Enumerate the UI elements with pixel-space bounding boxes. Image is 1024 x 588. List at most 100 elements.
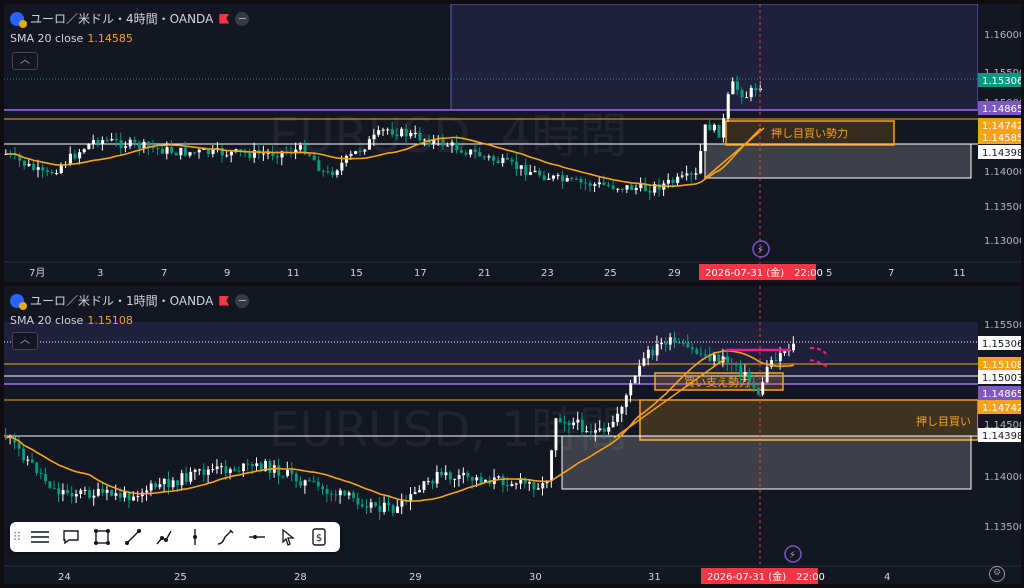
vertical-line-icon[interactable] xyxy=(179,522,210,552)
indicator-legend[interactable]: SMA 20 close 1.15108 xyxy=(10,314,133,327)
candle-body xyxy=(542,175,546,180)
candle-body xyxy=(365,506,369,508)
brush-icon[interactable] xyxy=(210,522,241,552)
symbol-title[interactable]: ユーロ／米ドル・4時間・OANDA xyxy=(30,10,213,27)
candle-body xyxy=(558,418,562,423)
candle-body xyxy=(325,488,329,494)
candle-body xyxy=(482,156,486,158)
cursor-icon[interactable] xyxy=(272,522,303,552)
candle-body xyxy=(648,190,652,193)
candle-body xyxy=(189,471,193,482)
path-icon[interactable] xyxy=(148,522,179,552)
candle-body xyxy=(22,160,26,166)
candle-body xyxy=(533,170,537,173)
candle-body xyxy=(381,129,385,131)
candle-body xyxy=(321,486,325,489)
candle-body xyxy=(128,139,132,147)
candle-body xyxy=(316,481,320,487)
time-axis-label: 25 xyxy=(604,268,617,279)
candle-body xyxy=(572,422,575,426)
chart-canvas-4h[interactable]: EURUSD, 4時間押し目買い勢力⚡1.160001.155001.15000… xyxy=(4,4,1021,282)
chevron-up-icon: ︿ xyxy=(20,335,30,346)
candle-body xyxy=(220,466,223,468)
candle-body xyxy=(197,149,201,153)
candle-body xyxy=(761,382,765,395)
candle-body xyxy=(363,149,367,152)
candle-body xyxy=(347,492,351,496)
chart-pane-4h[interactable]: EURUSD, 4時間押し目買い勢力⚡1.160001.155001.15000… xyxy=(4,4,1021,282)
candle-body xyxy=(170,147,174,153)
candle-body xyxy=(611,421,615,428)
candle-body xyxy=(78,152,82,159)
candle-body xyxy=(330,493,333,495)
candle-body xyxy=(17,442,21,449)
candle-body xyxy=(413,492,417,495)
candle-body xyxy=(629,383,633,396)
price-label-icon[interactable]: $ xyxy=(303,522,334,552)
candle-body xyxy=(124,146,128,148)
candle-body xyxy=(642,358,646,366)
candle-body xyxy=(501,476,505,485)
candle-body xyxy=(400,500,404,507)
trendline-icon[interactable] xyxy=(117,522,148,552)
time-axis-label: 25 xyxy=(174,572,187,583)
legend-toggle-button[interactable]: ︿ xyxy=(12,52,38,70)
candle-body xyxy=(739,365,743,376)
candle-body xyxy=(602,182,606,185)
candle-body xyxy=(275,156,279,158)
symbol-title[interactable]: ユーロ／米ドル・1時間・OANDA xyxy=(30,292,213,309)
horizontal-ray-icon[interactable] xyxy=(241,522,272,552)
candle-body xyxy=(162,478,166,485)
candle-body xyxy=(466,472,470,477)
candle-body xyxy=(59,165,63,174)
indicator-legend[interactable]: SMA 20 close 1.14585 xyxy=(10,32,133,45)
candle-body xyxy=(48,481,52,489)
settings-gear-icon[interactable]: ⚙ xyxy=(989,566,1005,582)
candle-body xyxy=(699,353,703,355)
candle-body xyxy=(431,481,435,484)
candle-body xyxy=(655,344,659,356)
candle-body xyxy=(225,155,229,157)
candle-body xyxy=(193,152,197,154)
candle-body xyxy=(335,170,339,175)
candle-body xyxy=(607,427,611,432)
candle-body xyxy=(528,482,531,484)
candle-body xyxy=(137,142,141,149)
price-tag: 1.14398 xyxy=(982,148,1021,159)
dip-buy-label: 押し目買い xyxy=(916,414,971,428)
candle-body xyxy=(726,356,729,363)
grip-icon[interactable]: ⠿ xyxy=(10,530,24,544)
candle-body xyxy=(22,448,25,461)
price-tag: 1.14865 xyxy=(982,104,1021,115)
collapse-icon[interactable]: − xyxy=(235,293,250,308)
lines-icon[interactable] xyxy=(24,522,55,552)
candle-body xyxy=(317,160,321,171)
candle-body xyxy=(354,151,358,154)
time-axis-label: 24 xyxy=(58,572,71,583)
red-flag-icon[interactable] xyxy=(219,13,230,24)
candle-body xyxy=(377,130,381,135)
candle-body xyxy=(479,477,483,483)
candle-body xyxy=(524,165,528,175)
rectangle-icon[interactable] xyxy=(86,522,117,552)
comment-icon[interactable] xyxy=(55,522,86,552)
candle-body xyxy=(574,178,578,180)
legend-toggle-button[interactable]: ︿ xyxy=(12,332,38,350)
price-tag: 1.15108 xyxy=(982,360,1021,371)
candle-body xyxy=(441,138,445,146)
candle-body xyxy=(594,430,597,433)
candle-body xyxy=(497,476,501,478)
candle-body xyxy=(565,177,569,182)
candle-body xyxy=(360,504,364,507)
collapse-icon[interactable]: − xyxy=(235,11,250,26)
candle-body xyxy=(174,152,178,156)
red-flag-icon[interactable] xyxy=(219,295,230,306)
candle-body xyxy=(83,490,87,492)
candle-body xyxy=(160,148,164,154)
candle-body xyxy=(616,413,619,422)
candle-body xyxy=(352,492,355,498)
currency-flag-icon xyxy=(10,11,27,28)
candle-body xyxy=(579,179,583,183)
candle-body xyxy=(215,466,219,470)
candle-body xyxy=(171,480,175,488)
